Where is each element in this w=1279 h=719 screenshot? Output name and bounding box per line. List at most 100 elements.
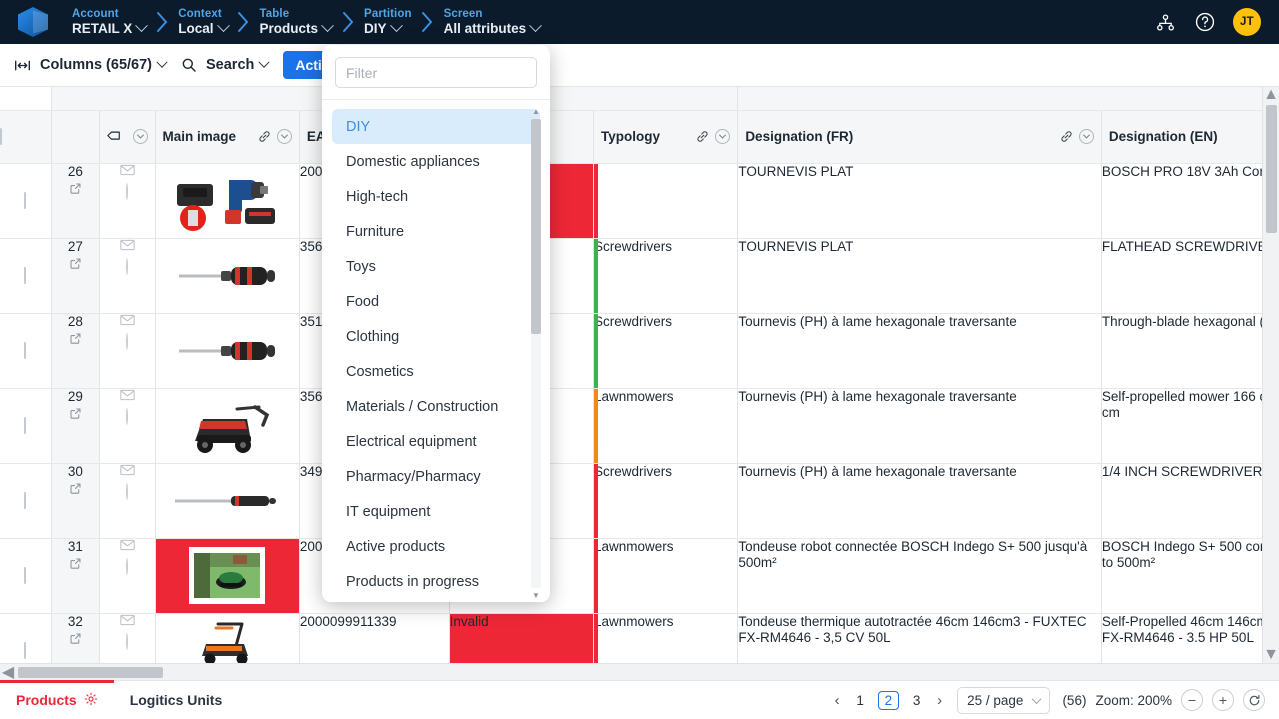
envelope-icon[interactable]: [100, 239, 155, 254]
table-row[interactable]: 26 20000 TOURNEVIS PLAT BOSCH PRO 18V 3A…: [0, 163, 1279, 239]
select-all-checkbox[interactable]: [0, 128, 2, 145]
envelope-icon[interactable]: [100, 539, 155, 554]
chevron-down-icon[interactable]: [276, 129, 292, 144]
page-3-button[interactable]: 3: [908, 693, 925, 708]
scroll-down-icon[interactable]: ▼: [532, 590, 540, 601]
chevron-down-icon[interactable]: [1078, 129, 1094, 144]
open-detail-icon[interactable]: [52, 407, 99, 423]
search-selector[interactable]: Search: [206, 56, 271, 73]
row-image-cell[interactable]: [155, 313, 300, 389]
per-page-select[interactable]: 25 / page: [957, 686, 1051, 714]
link-icon[interactable]: [1060, 130, 1073, 143]
row-image-cell[interactable]: [155, 538, 300, 614]
link-icon[interactable]: [696, 130, 709, 143]
row-checkbox[interactable]: [24, 417, 27, 434]
row-checkbox[interactable]: [24, 267, 27, 284]
vertical-scrollbar[interactable]: ▲ ▼: [1262, 86, 1279, 663]
scroll-left-icon[interactable]: ◀: [0, 662, 16, 680]
status-circle-icon[interactable]: [126, 407, 129, 425]
gear-icon[interactable]: [84, 692, 98, 709]
dropdown-item-high-tech[interactable]: High-tech: [332, 179, 540, 214]
zoom-out-button[interactable]: −: [1181, 689, 1203, 711]
row-checkbox[interactable]: [24, 567, 27, 584]
table-row[interactable]: 31 20000 Lawnmowers Tondeuse robot conne…: [0, 538, 1279, 614]
open-detail-icon[interactable]: [52, 632, 99, 648]
breadcrumb-table[interactable]: Table Products: [258, 8, 335, 37]
open-detail-icon[interactable]: [52, 182, 99, 198]
tab-logistics-units[interactable]: Logitics Units: [114, 681, 239, 719]
chevron-down-icon[interactable]: [132, 129, 148, 144]
dropdown-item-active-products[interactable]: Active products: [332, 529, 540, 564]
help-icon[interactable]: [1193, 10, 1217, 34]
table-row[interactable]: 27 35602 Screwdrivers TOURNEVIS PLAT FLA…: [0, 238, 1279, 314]
scroll-up-icon[interactable]: ▲: [532, 106, 540, 117]
scroll-down-icon[interactable]: ▼: [1263, 646, 1279, 663]
dropdown-item-food[interactable]: Food: [332, 284, 540, 319]
prev-page-button[interactable]: ‹: [832, 692, 843, 709]
page-1-button[interactable]: 1: [852, 693, 869, 708]
app-logo[interactable]: [18, 7, 48, 37]
zoom-reset-button[interactable]: [1243, 689, 1265, 711]
dropdown-item-electrical-equipment[interactable]: Electrical equipment: [332, 424, 540, 459]
dropdown-item-products-in-progress[interactable]: Products in progress: [332, 564, 540, 599]
row-checkbox[interactable]: [24, 492, 27, 509]
search-icon[interactable]: [181, 57, 197, 73]
open-detail-icon[interactable]: [52, 332, 99, 348]
status-circle-icon[interactable]: [126, 257, 129, 275]
breadcrumb-context[interactable]: Context Local: [176, 8, 230, 37]
envelope-icon[interactable]: [100, 389, 155, 404]
column-width-icon[interactable]: [14, 58, 31, 73]
breadcrumb-screen[interactable]: Screen All attributes: [442, 8, 543, 37]
status-circle-icon[interactable]: [126, 557, 129, 575]
tab-products[interactable]: Products: [0, 680, 114, 719]
open-detail-icon[interactable]: [52, 257, 99, 273]
table-row[interactable]: 30 34995 Screwdrivers Tournevis (PH) à l…: [0, 463, 1279, 539]
horizontal-scroll-thumb[interactable]: [18, 666, 163, 678]
status-circle-icon[interactable]: [126, 482, 129, 500]
status-circle-icon[interactable]: [126, 332, 129, 350]
horizontal-scrollbar[interactable]: ◀: [0, 663, 1279, 680]
envelope-icon[interactable]: [100, 314, 155, 329]
envelope-icon[interactable]: [100, 464, 155, 479]
envelope-icon[interactable]: [100, 614, 155, 629]
dropdown-item-clothing[interactable]: Clothing: [332, 319, 540, 354]
row-image-cell[interactable]: [155, 388, 300, 464]
row-checkbox[interactable]: [24, 192, 27, 209]
table-row[interactable]: 29 35602 Lawnmowers Tournevis (PH) à lam…: [0, 388, 1279, 464]
table-row[interactable]: 28 35112 Screwdrivers Tournevis (PH) à l…: [0, 313, 1279, 389]
dropdown-item-domestic-appliances[interactable]: Domestic appliances: [332, 144, 540, 179]
status-circle-icon[interactable]: [126, 632, 129, 650]
dropdown-item-furniture[interactable]: Furniture: [332, 214, 540, 249]
breadcrumb-partition[interactable]: Partition DIY: [362, 8, 414, 37]
filter-input[interactable]: [335, 57, 537, 88]
hierarchy-icon[interactable]: [1153, 10, 1177, 34]
dropdown-item-toys[interactable]: Toys: [332, 249, 540, 284]
open-detail-icon[interactable]: [52, 482, 99, 498]
dropdown-item-it-equipment[interactable]: IT equipment: [332, 494, 540, 529]
next-page-button[interactable]: ›: [934, 692, 945, 709]
status-circle-icon[interactable]: [126, 182, 129, 200]
scroll-up-icon[interactable]: ▲: [1263, 86, 1279, 103]
chevron-down-icon[interactable]: [715, 129, 731, 144]
link-icon[interactable]: [258, 130, 271, 143]
dropdown-item-pharmacy[interactable]: Pharmacy/Pharmacy: [332, 459, 540, 494]
columns-selector[interactable]: Columns (65/67): [40, 56, 168, 73]
dropdown-item-diy[interactable]: DIY: [332, 109, 540, 144]
row-checkbox[interactable]: [24, 342, 27, 359]
vertical-scroll-thumb[interactable]: [1265, 105, 1277, 233]
dropdown-scroll-track[interactable]: [531, 119, 541, 588]
row-image-cell[interactable]: [155, 238, 300, 314]
dropdown-scrollbar[interactable]: ▲ ▼: [530, 106, 542, 601]
breadcrumb-account[interactable]: Account RETAIL X: [70, 8, 149, 37]
dropdown-item-cosmetics[interactable]: Cosmetics: [332, 354, 540, 389]
dropdown-scroll-thumb[interactable]: [531, 119, 541, 334]
row-image-cell[interactable]: [155, 163, 300, 239]
open-detail-icon[interactable]: [52, 557, 99, 573]
dropdown-item-materials-construction[interactable]: Materials / Construction: [332, 389, 540, 424]
zoom-in-button[interactable]: +: [1212, 689, 1234, 711]
envelope-icon[interactable]: [100, 164, 155, 179]
page-2-button[interactable]: 2: [877, 690, 900, 710]
avatar[interactable]: JT: [1233, 8, 1261, 36]
row-checkbox[interactable]: [24, 642, 27, 659]
row-image-cell[interactable]: [155, 463, 300, 539]
